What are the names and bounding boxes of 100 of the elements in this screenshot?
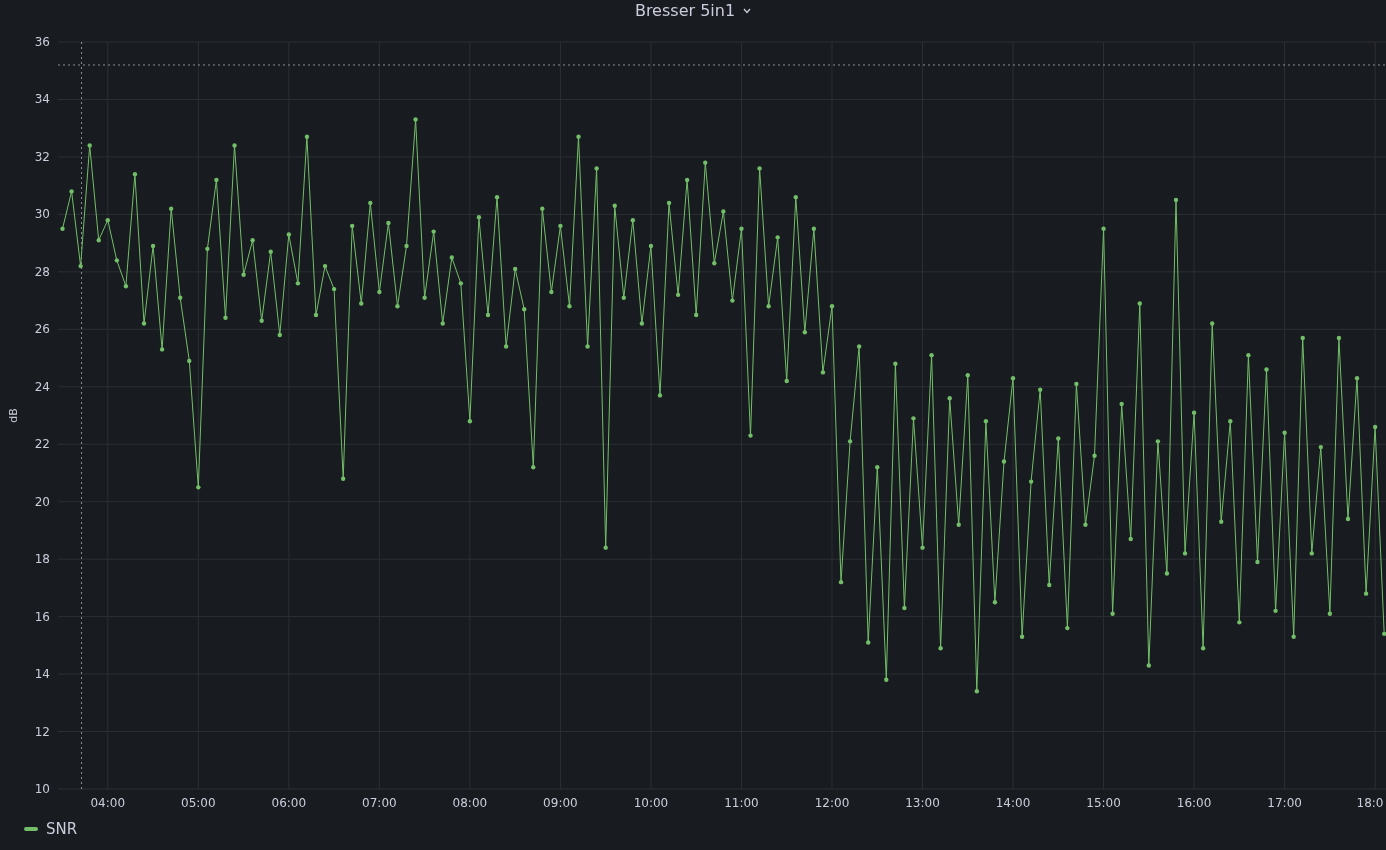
data-point	[739, 226, 744, 231]
data-point	[250, 238, 255, 243]
data-point	[1128, 536, 1133, 542]
panel-title[interactable]: Bresser 5in1	[630, 0, 756, 22]
data-point	[920, 545, 925, 550]
chevron-down-icon	[743, 8, 752, 14]
data-point	[694, 312, 699, 318]
data-point	[1219, 519, 1224, 524]
data-point	[395, 304, 400, 309]
data-point	[1056, 436, 1061, 441]
data-point	[1363, 591, 1369, 596]
x-axis-label: 09:00	[543, 796, 578, 810]
x-axis-label: 05:00	[181, 796, 216, 810]
y-axis-label: 30	[34, 207, 50, 222]
data-point	[1228, 419, 1233, 424]
y-axis-label: 32	[34, 149, 50, 164]
data-point	[1074, 381, 1079, 387]
data-point	[404, 243, 409, 249]
data-point	[1273, 608, 1278, 614]
data-point	[522, 307, 527, 312]
line-swatch-icon	[24, 827, 38, 832]
data-point	[540, 206, 545, 211]
data-point	[838, 579, 844, 585]
y-axis-label: 10	[34, 782, 50, 796]
x-axis-label: 13:00	[905, 796, 940, 810]
data-point	[1146, 663, 1151, 668]
data-point	[286, 232, 292, 237]
x-axis-label: 08:00	[452, 796, 488, 810]
data-point	[630, 217, 636, 223]
data-point	[350, 223, 355, 229]
data-point	[422, 295, 427, 300]
data-point	[1191, 410, 1197, 415]
data-point	[576, 134, 581, 139]
data-point	[902, 605, 907, 611]
x-axis-label: 04:00	[90, 796, 126, 810]
data-point	[1083, 522, 1088, 527]
data-point	[60, 226, 65, 231]
data-point	[304, 134, 310, 139]
data-point	[331, 286, 337, 292]
data-point	[214, 177, 219, 183]
data-point	[730, 298, 735, 303]
data-point	[259, 318, 264, 323]
data-point	[1065, 625, 1070, 631]
data-point	[712, 261, 717, 266]
x-axis-label: 07:00	[362, 796, 397, 810]
data-point	[485, 312, 491, 318]
data-point	[503, 344, 509, 349]
data-point	[223, 315, 228, 320]
data-point	[648, 243, 654, 249]
y-axis-title: dB	[7, 408, 20, 423]
data-point	[1028, 479, 1034, 484]
data-point	[847, 439, 853, 444]
data-point	[150, 243, 156, 249]
data-point	[413, 117, 418, 122]
data-point	[549, 289, 554, 295]
y-axis-label: 12	[34, 724, 50, 739]
data-point	[603, 545, 608, 550]
data-point	[1300, 335, 1305, 341]
y-axis-label: 22	[34, 437, 50, 452]
data-point	[1309, 551, 1314, 556]
data-point	[277, 332, 282, 338]
y-axis-label: 16	[34, 609, 50, 624]
y-axis-label: 28	[34, 264, 50, 279]
data-point	[232, 143, 237, 148]
data-point	[1110, 611, 1115, 616]
data-point	[657, 393, 663, 398]
data-point	[1019, 634, 1025, 639]
data-point	[721, 209, 726, 214]
data-point	[811, 226, 817, 231]
data-point	[458, 281, 464, 286]
x-axis-label: 15:00	[1086, 796, 1121, 810]
data-point	[947, 396, 952, 401]
data-point	[1164, 571, 1170, 576]
x-axis-label: 18:0	[1356, 796, 1384, 810]
data-point	[1001, 459, 1007, 464]
data-point	[1200, 646, 1206, 651]
data-point	[965, 373, 970, 378]
data-point	[621, 295, 626, 300]
data-point	[1318, 444, 1323, 450]
y-axis-label: 20	[34, 494, 50, 509]
data-point	[1382, 631, 1386, 637]
data-point	[476, 215, 482, 220]
data-point	[1092, 453, 1097, 458]
data-point	[856, 344, 862, 349]
data-point	[512, 266, 518, 272]
data-point	[105, 217, 110, 223]
data-point	[1173, 197, 1179, 203]
data-point	[187, 358, 192, 364]
data-point	[340, 476, 346, 481]
data-point	[78, 263, 83, 269]
data-point	[1282, 430, 1287, 435]
legend-item[interactable]: SNR	[24, 818, 78, 841]
data-point	[377, 289, 382, 295]
data-point	[1237, 620, 1242, 625]
data-point	[440, 321, 445, 326]
x-axis-label: 12:00	[814, 796, 850, 810]
x-axis-label: 10:00	[633, 796, 669, 810]
x-axis-label: 11:00	[724, 796, 759, 810]
y-axis-label: 14	[34, 667, 50, 682]
data-point	[820, 370, 826, 375]
